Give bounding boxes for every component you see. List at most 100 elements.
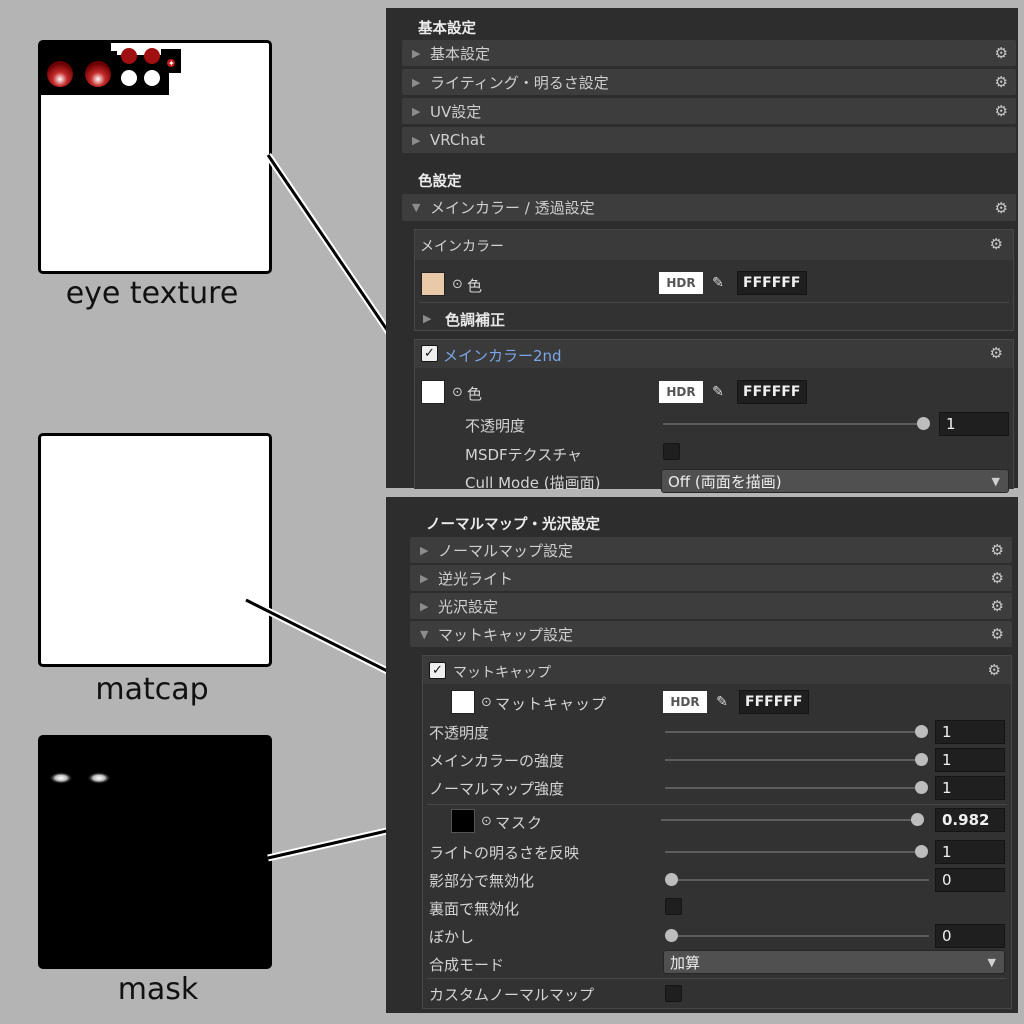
- blur-slider[interactable]: [667, 935, 929, 937]
- mask-slider[interactable]: [661, 819, 923, 821]
- shadow-disable-knob[interactable]: [665, 873, 678, 886]
- gear-icon[interactable]: ⚙: [995, 44, 1008, 62]
- gear-icon[interactable]: ⚙: [995, 199, 1008, 217]
- matcap-enable-checkbox[interactable]: ✓: [429, 662, 446, 679]
- main2-opacity-knob[interactable]: [917, 417, 930, 430]
- matcap-tex-label: マットキャップ: [495, 695, 608, 713]
- matcap-opacity-knob[interactable]: [915, 725, 928, 738]
- mask-thumbnail: [38, 735, 272, 969]
- cull-mode-label: Cull Mode (描画面): [465, 474, 601, 492]
- normal-gloss-title: ノーマルマップ・光沢設定: [426, 517, 600, 533]
- matcap-texture-slot[interactable]: [451, 690, 475, 714]
- target-icon[interactable]: ⊙: [452, 385, 463, 400]
- fold-main-color[interactable]: ▼ メインカラー / 透過設定 ⚙: [402, 194, 1016, 221]
- basic-settings-title: 基本設定: [418, 21, 476, 37]
- hdr-badge[interactable]: HDR: [659, 272, 703, 294]
- gear-icon[interactable]: ⚙: [988, 661, 1001, 679]
- gear-icon[interactable]: ⚙: [991, 625, 1004, 643]
- fold-backlight[interactable]: ▶ 逆光ライト ⚙: [410, 565, 1012, 591]
- matcap-thumbnail: [38, 433, 272, 667]
- main-color-strength-field[interactable]: 1: [935, 748, 1005, 772]
- triangle-right-icon[interactable]: ▶: [423, 312, 431, 325]
- fold-normal-map[interactable]: ▶ ノーマルマップ設定 ⚙: [410, 537, 1012, 563]
- blur-label: ぼかし: [429, 928, 475, 946]
- mask-eye-glow: [49, 772, 111, 784]
- light-brightness-knob[interactable]: [915, 845, 928, 858]
- fold-basic-settings[interactable]: ▶ 基本設定 ⚙: [402, 40, 1016, 66]
- shadow-disable-slider[interactable]: [667, 879, 929, 881]
- eye-texture-atlas: ✦: [41, 43, 181, 95]
- eye-texture-caption: eye texture: [65, 276, 239, 311]
- main-color-header: メインカラー: [420, 239, 504, 255]
- chevron-down-icon: ▼: [987, 955, 996, 969]
- normal-strength-label: ノーマルマップ強度: [429, 780, 565, 798]
- shadow-disable-field[interactable]: 0: [935, 868, 1005, 892]
- mask-slider-knob[interactable]: [911, 813, 924, 826]
- light-brightness-field[interactable]: 1: [935, 840, 1005, 864]
- triangle-right-icon: ▶: [412, 75, 421, 89]
- cull-mode-dropdown[interactable]: Off (両面を描画) ▼: [661, 469, 1009, 493]
- gear-icon[interactable]: ⚙: [991, 597, 1004, 615]
- fold-gloss[interactable]: ▶ 光沢設定 ⚙: [410, 593, 1012, 619]
- fold-uv[interactable]: ▶ UV設定 ⚙: [402, 98, 1016, 124]
- color-settings-title: 色設定: [418, 174, 462, 190]
- hdr-badge[interactable]: HDR: [663, 691, 707, 713]
- gear-icon[interactable]: ⚙: [991, 541, 1004, 559]
- main2-opacity-field[interactable]: 1: [939, 412, 1009, 436]
- svg-text:✦: ✦: [168, 59, 175, 68]
- blur-slider-knob[interactable]: [665, 929, 678, 942]
- light-brightness-slider[interactable]: [665, 851, 923, 853]
- chevron-down-icon: ▼: [991, 474, 1000, 488]
- matcap-opacity-slider[interactable]: [665, 731, 923, 733]
- main-color-hex[interactable]: FFFFFF: [737, 271, 807, 295]
- fold-matcap-settings[interactable]: ▼ マットキャップ設定 ⚙: [410, 621, 1012, 647]
- normal-strength-field[interactable]: 1: [935, 776, 1005, 800]
- main2-opacity-slider[interactable]: [663, 423, 925, 425]
- backface-disable-checkbox[interactable]: [665, 898, 682, 915]
- blend-mode-dropdown[interactable]: 加算 ▼: [663, 950, 1005, 974]
- triangle-right-icon: ▶: [420, 599, 429, 613]
- target-icon[interactable]: ⊙: [481, 695, 492, 710]
- custom-normal-label: カスタムノーマルマップ: [429, 986, 595, 1004]
- matcap-header[interactable]: マットキャップ: [453, 662, 551, 682]
- main2-enable-checkbox[interactable]: ✓: [421, 345, 438, 362]
- main2-opacity-label: 不透明度: [465, 417, 526, 435]
- main-color-strength-slider[interactable]: [665, 759, 923, 761]
- gear-icon[interactable]: ⚙: [990, 235, 1003, 253]
- target-icon[interactable]: ⊙: [452, 277, 463, 292]
- msdf-checkbox[interactable]: [663, 443, 680, 460]
- mask-value-field[interactable]: 0.982: [935, 808, 1005, 832]
- gear-icon[interactable]: ⚙: [990, 344, 1003, 362]
- main-color-strength-label: メインカラーの強度: [429, 752, 565, 770]
- main2-texture-slot[interactable]: [421, 380, 445, 404]
- main-color-strength-knob[interactable]: [915, 753, 928, 766]
- triangle-down-icon: ▼: [420, 627, 429, 641]
- main2-color-hex[interactable]: FFFFFF: [737, 380, 807, 404]
- mask-caption: mask: [117, 972, 199, 1007]
- target-icon[interactable]: ⊙: [481, 814, 492, 829]
- triangle-right-icon: ▶: [412, 133, 421, 147]
- normal-strength-knob[interactable]: [915, 781, 928, 794]
- main-texture-slot[interactable]: [421, 272, 445, 296]
- hdr-badge[interactable]: HDR: [659, 381, 703, 403]
- triangle-down-icon: ▼: [412, 201, 421, 214]
- fold-lighting[interactable]: ▶ ライティング・明るさ設定 ⚙: [402, 69, 1016, 95]
- matcap-opacity-field[interactable]: 1: [935, 720, 1005, 744]
- gear-icon[interactable]: ⚙: [995, 102, 1008, 120]
- bottom-inspector-panel: ノーマルマップ・光沢設定 ▶ ノーマルマップ設定 ⚙ ▶ 逆光ライト ⚙ ▶ 光…: [386, 497, 1018, 1013]
- normal-strength-slider[interactable]: [665, 787, 923, 789]
- eyedropper-icon[interactable]: ✎: [710, 691, 734, 713]
- main-color-box: メインカラー ⚙ ⊙ 色 HDR ✎ FFFFFF ▶ 色調補正: [414, 229, 1014, 331]
- fold-vrchat[interactable]: ▶ VRChat: [402, 127, 1016, 153]
- matcap-color-hex[interactable]: FFFFFF: [739, 690, 809, 714]
- main-color-label: 色: [467, 277, 483, 295]
- custom-normal-checkbox[interactable]: [665, 985, 682, 1002]
- gear-icon[interactable]: ⚙: [991, 569, 1004, 587]
- mask-texture-slot[interactable]: [451, 809, 475, 833]
- eyedropper-icon[interactable]: ✎: [706, 381, 730, 403]
- blur-value-field[interactable]: 0: [935, 924, 1005, 948]
- main2-header[interactable]: メインカラー2nd: [443, 345, 562, 366]
- eyedropper-icon[interactable]: ✎: [706, 272, 730, 294]
- tone-correction-label[interactable]: 色調補正: [445, 309, 505, 330]
- gear-icon[interactable]: ⚙: [995, 73, 1008, 91]
